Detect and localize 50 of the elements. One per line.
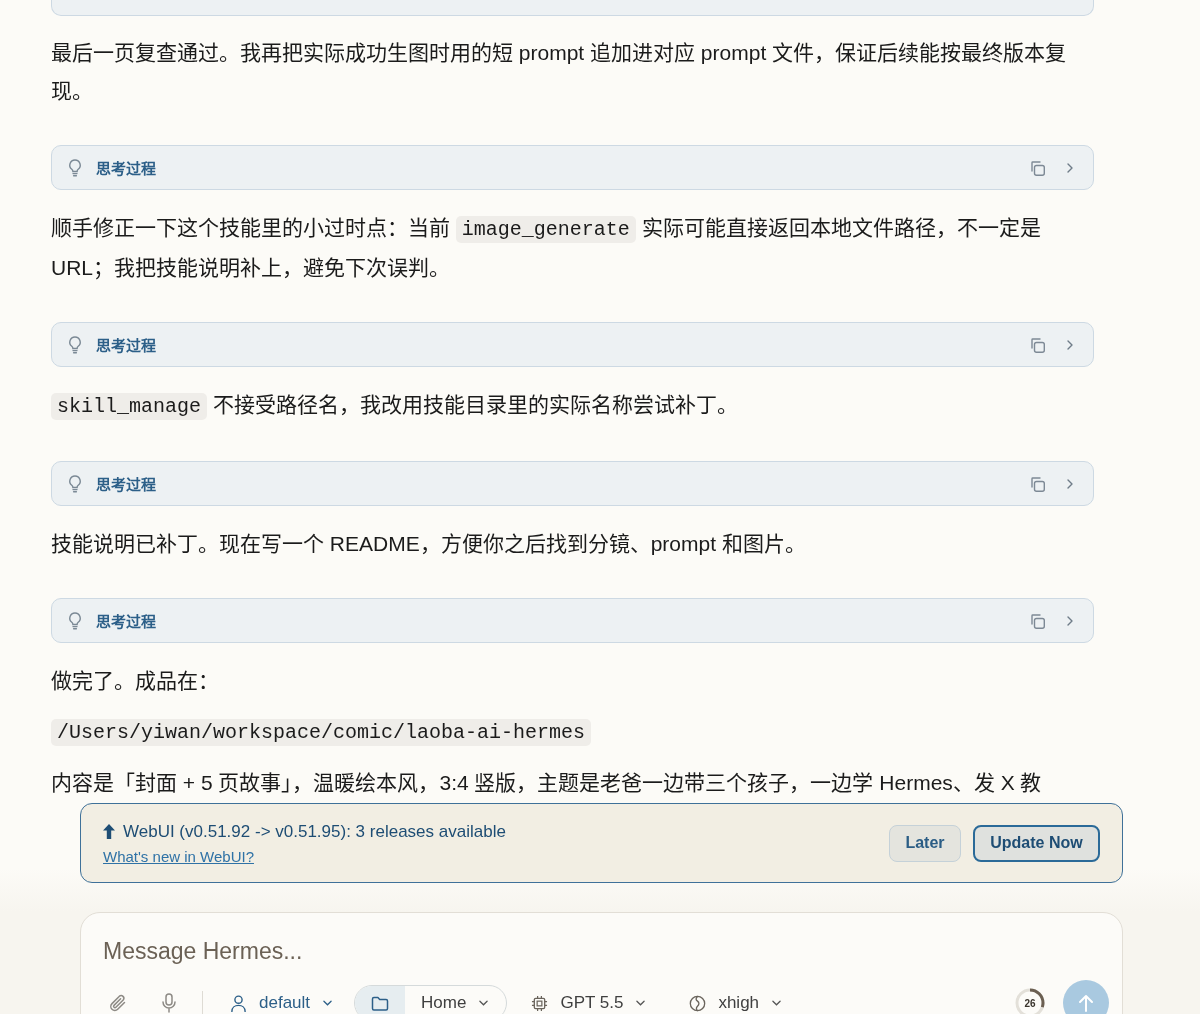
arrow-up-icon xyxy=(103,824,115,839)
context-reading: 26 xyxy=(1024,997,1036,1009)
person-icon xyxy=(230,994,247,1012)
chevron-right-icon[interactable] xyxy=(1065,615,1075,626)
copy-icon[interactable] xyxy=(1029,159,1045,176)
profile-selector[interactable]: default xyxy=(230,985,333,1014)
copy-icon[interactable] xyxy=(1029,336,1045,353)
thinking-panel[interactable]: 思考过程 xyxy=(51,598,1094,643)
message-text: 顺手修正一下这个技能里的小过时点：当前 image_generate 实际可能直接返回本地文件路径，不一定是 URL；我把技能说明补上，避免下次误判。 xyxy=(51,215,1042,282)
chevron-right-icon[interactable] xyxy=(1065,478,1075,489)
thinking-title: 思考过程 xyxy=(96,159,156,178)
chevron-right-icon[interactable] xyxy=(1065,162,1075,173)
update-title: WebUI (v0.51.92 -> v0.51.95): 3 releases available xyxy=(123,821,506,842)
whats-new-link[interactable]: What's new in WebUI? xyxy=(103,847,254,865)
chip-icon xyxy=(531,994,549,1012)
copy-icon[interactable] xyxy=(1029,612,1045,629)
lightbulb-icon xyxy=(68,611,82,630)
update-button[interactable]: Update Now xyxy=(973,824,1100,862)
message-input[interactable]: Message Hermes... xyxy=(103,931,1109,971)
chevron-down-icon xyxy=(323,1000,333,1006)
thinking-panel[interactable]: 思考过程 xyxy=(51,461,1094,506)
lightbulb-icon xyxy=(68,474,82,493)
message-text: 最后一页复查通过。我再把实际成功生图时用的短 prompt 追加进对应 prompt 文件，保证后续能按最终版本复现。 xyxy=(51,40,1068,104)
chevron-down-icon xyxy=(636,1000,646,1006)
microphone-icon[interactable] xyxy=(161,993,177,1013)
dismiss-button[interactable]: Later xyxy=(889,824,961,862)
chevron-down-icon xyxy=(772,1000,782,1006)
model-selector[interactable]: GPT 5.5 xyxy=(531,985,646,1014)
thinking-title: 思考过程 xyxy=(96,612,156,631)
folder-icon xyxy=(355,986,406,1014)
split-circle-icon xyxy=(689,994,707,1012)
arrow-up-icon xyxy=(1078,994,1094,1012)
reasoning-selector[interactable]: xhigh xyxy=(689,985,782,1014)
chevron-right-icon[interactable] xyxy=(1065,339,1075,350)
message-text: 内容是「封面 + 5 页故事」，温暖绘本风，3:4 竖版，主题是老爸一边带三个孩子，一边学 Hermes、发 X 教 xyxy=(51,770,1043,796)
message-text: skill_manage 不接受路径名，我改用技能目录里的实际名称尝试补丁。 xyxy=(51,386,1083,426)
thinking-panel[interactable]: 思考过程 xyxy=(51,322,1094,367)
chevron-down-icon xyxy=(479,1000,489,1006)
lightbulb-icon xyxy=(68,335,82,354)
thinking-panel[interactable]: 思考过程 xyxy=(51,145,1094,190)
lightbulb-icon xyxy=(68,158,82,177)
thinking-title: 思考过程 xyxy=(96,475,156,494)
paperclip-icon[interactable] xyxy=(109,993,127,1013)
path-code: /Users/yiwan/workspace/comic/laoba-ai-hermes xyxy=(51,719,592,746)
thinking-title: 思考过程 xyxy=(96,336,156,355)
context-ring xyxy=(1015,988,1045,1014)
copy-icon[interactable] xyxy=(1029,475,1045,492)
message-text: 做完了。成品在： xyxy=(51,668,220,694)
message-text: 技能说明已补丁。现在写一个 README，方便你之后找到分镜、prompt 和图片。 xyxy=(51,531,807,557)
composer[interactable]: Message Hermes... default Home GPT 5.5 xhigh 26 xyxy=(80,912,1123,1014)
